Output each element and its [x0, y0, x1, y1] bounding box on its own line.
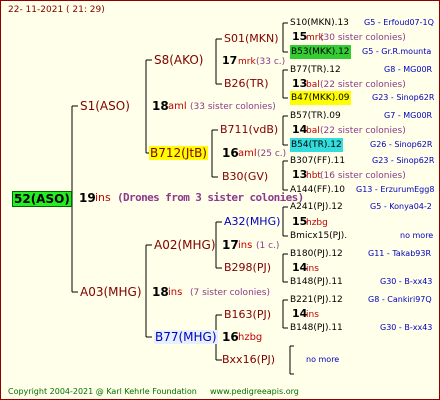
- root-mating-tag: ins: [95, 191, 111, 204]
- gen4-colony[interactable]: B180(PJ).12: [290, 247, 343, 261]
- gen1-sister-colonies: (33 sister colonies): [190, 102, 276, 112]
- gen4-colony[interactable]: B47(MKK).09: [290, 91, 351, 105]
- gen3-colony[interactable]: A32(MHG): [224, 215, 280, 229]
- gen3-sister-colonies: (33 c.): [256, 57, 286, 67]
- gen2-mating-tag: hzbg: [238, 332, 263, 343]
- gen2-mating-tag: ins: [238, 240, 253, 251]
- gen1-mating-tag: aml: [168, 101, 187, 112]
- root-colony[interactable]: 52(ASO): [12, 191, 72, 207]
- gen3-colony[interactable]: B711(vdB): [220, 123, 278, 137]
- gen3-mating-tag: mrk: [238, 57, 256, 67]
- gen4-mating-tag: hzbg: [306, 218, 328, 228]
- gen4-sister-colonies: (30 sister colonies): [320, 33, 406, 43]
- gen4-colony[interactable]: S10(MKN).13: [290, 16, 349, 30]
- gen2-mating-tag: aml: [238, 148, 257, 159]
- gen4-colony[interactable]: B53(MKK).12: [290, 45, 351, 59]
- gen4-reference: no more: [306, 355, 340, 364]
- gen4-mating-tag: hbt: [306, 171, 321, 181]
- gen3-colony[interactable]: B298(PJ): [224, 261, 271, 275]
- gen4-mating-tag: bal: [306, 80, 320, 90]
- gen4-reference: G23 - Sinop62R: [372, 156, 435, 165]
- gen3-colony[interactable]: B163(PJ): [224, 308, 271, 322]
- gen4-colony[interactable]: B148(PJ).11: [290, 275, 343, 289]
- gen2-colony[interactable]: S8(AKO): [154, 53, 203, 67]
- gen3-colony[interactable]: B30(GV): [222, 170, 268, 184]
- site-link[interactable]: www.pedigreeapis.org: [210, 385, 299, 399]
- gen4-colony[interactable]: B77(TR).12: [290, 63, 341, 77]
- root-mating-number: 19: [79, 191, 96, 205]
- gen4-reference: G5 - Erfoud07-1Q: [364, 18, 434, 27]
- gen3-colony[interactable]: B26(TR): [224, 77, 269, 91]
- gen1-sister-colonies: (7 sister colonies): [190, 288, 271, 298]
- gen4-reference: G30 - B-xx43: [380, 323, 433, 332]
- gen3-colony[interactable]: S01(MKN): [224, 32, 279, 46]
- gen4-colony[interactable]: A241(PJ).12: [290, 200, 343, 214]
- gen4-reference: G5 - Gr.R.mounta: [362, 47, 432, 56]
- gen3-colony[interactable]: Bxx16(PJ): [222, 353, 275, 367]
- gen1-colony[interactable]: S1(ASO): [80, 99, 130, 113]
- gen4-colony[interactable]: B57(TR).09: [290, 109, 341, 123]
- gen4-reference: G30 - B-xx43: [380, 277, 433, 286]
- gen2-sister-colonies: (1 c.): [256, 241, 280, 251]
- copyright-notice: Copyright 2004-2021 @ Karl Kehrle Founda…: [8, 387, 197, 396]
- gen2-sister-colonies: (25 c.): [257, 149, 287, 159]
- gen4-reference: G11 - Takab93R: [368, 249, 432, 258]
- gen2-mating-number: 16: [222, 330, 239, 344]
- gen4-colony[interactable]: Bmicx15(PJ).: [290, 229, 347, 243]
- gen2-colony[interactable]: A02(MHG): [154, 238, 216, 252]
- drones-note: (Drones from 3 sister colonies): [117, 191, 304, 204]
- gen1-mating-number: 18: [152, 99, 169, 113]
- gen4-mating-tag: ins: [306, 310, 319, 320]
- gen2-mating-number: 17: [222, 238, 239, 252]
- gen4-reference: G8 - MG00R: [384, 65, 433, 74]
- gen4-colony[interactable]: B54(TR).12: [290, 138, 343, 152]
- gen1-mating-number: 18: [152, 285, 169, 299]
- gen2-mating-number: 16: [222, 146, 239, 160]
- gen4-mating-tag: bal: [306, 126, 320, 136]
- gen4-colony[interactable]: B307(FF).11: [290, 154, 345, 168]
- gen1-colony[interactable]: A03(MHG): [80, 285, 142, 299]
- gen4-reference: G26 - Sinop62R: [370, 140, 433, 149]
- gen4-reference: G7 - MG00R: [384, 111, 433, 120]
- gen4-colony[interactable]: A144(FF).10: [290, 183, 345, 197]
- gen4-reference: no more: [400, 231, 434, 240]
- gen2-colony[interactable]: B712(JtB): [149, 146, 208, 160]
- gen4-reference: G13 - ErzurumEgg8: [356, 185, 435, 194]
- gen4-sister-colonies: (22 sister colonies): [320, 80, 406, 90]
- gen4-colony[interactable]: B148(PJ).11: [290, 321, 343, 335]
- gen4-mating-tag: ins: [306, 264, 319, 274]
- gen4-sister-colonies: (16 sister colonies): [320, 171, 406, 181]
- gen4-reference: G23 - Sinop62R: [372, 93, 435, 102]
- gen3-mating-number: 17: [222, 54, 238, 67]
- gen4-reference: G5 - Konya04-2: [370, 202, 432, 211]
- timestamp: 22- 11-2021 ( 21: 29): [8, 5, 105, 15]
- gen2-colony[interactable]: B77(MHG): [154, 330, 218, 344]
- gen4-reference: G8 - Cankiri97Q: [368, 295, 432, 304]
- gen4-colony[interactable]: B221(PJ).12: [290, 293, 343, 307]
- gen1-mating-tag: ins: [168, 287, 183, 298]
- gen4-sister-colonies: (22 sister colonies): [320, 126, 406, 136]
